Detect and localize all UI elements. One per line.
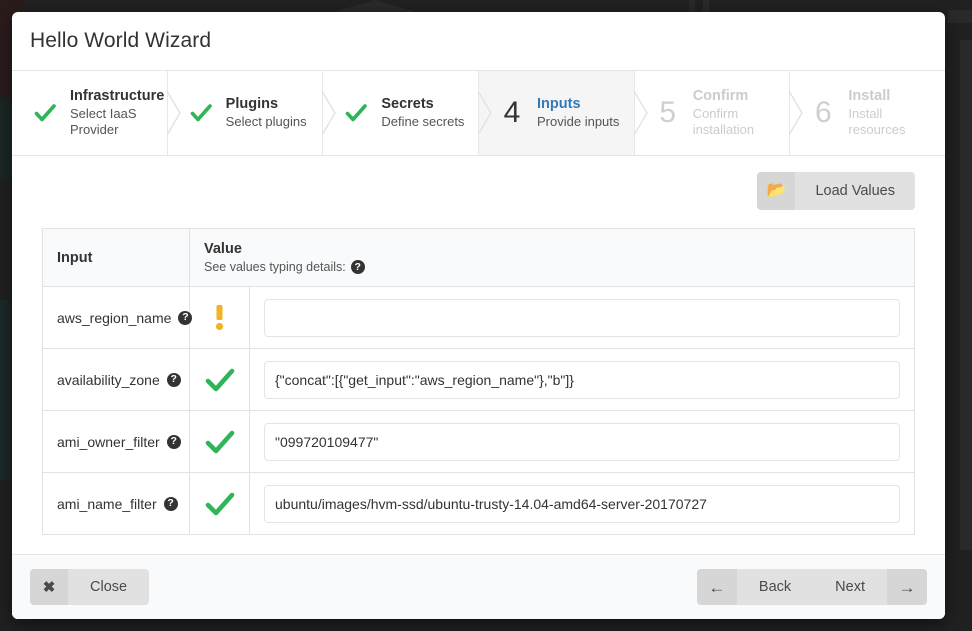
wizard-step-install[interactable]: 6 Install Install resources xyxy=(790,71,945,155)
input-name: aws_region_name xyxy=(57,309,172,326)
help-circle-icon[interactable]: ? xyxy=(350,260,365,274)
value-typing-hint: See values typing details: xyxy=(204,260,346,274)
wizard-step-infrastructure[interactable]: Infrastructure Select IaaS Provider xyxy=(12,71,181,155)
wizard-step-plugins[interactable]: Plugins Select plugins xyxy=(167,71,337,155)
input-value-cell xyxy=(249,472,915,535)
table-row: availability_zone ? xyxy=(42,348,915,411)
table-row: ami_owner_filter ? xyxy=(42,410,915,473)
table-row: aws_region_name ? xyxy=(42,286,915,349)
input-name-cell: ami_owner_filter ? xyxy=(42,410,190,473)
status-valid-check-icon xyxy=(190,473,249,534)
modal-footer: ✖ Close ← Back Next → xyxy=(12,554,945,619)
wizard-step-confirm[interactable]: 5 Confirm Confirm installation xyxy=(634,71,804,155)
column-header-value: Value See values typing details: ? xyxy=(189,228,915,287)
step-description: Define secrets xyxy=(381,113,465,129)
input-name-cell: aws_region_name ? xyxy=(42,286,193,349)
input-value-field[interactable] xyxy=(264,360,900,399)
toolbar: 📂 Load Values xyxy=(42,172,915,210)
step-status-check-icon xyxy=(184,101,218,125)
step-status-check-icon xyxy=(28,101,62,125)
wizard-step-inputs[interactable]: 4 Inputs Provide inputs xyxy=(479,71,648,155)
wizard-nav-buttons: ← Back Next → xyxy=(696,569,927,605)
input-value-field[interactable] xyxy=(264,422,900,461)
modal-header: Hello World Wizard xyxy=(12,12,945,71)
step-description: Confirm installation xyxy=(692,105,755,137)
status-warning-icon xyxy=(190,287,249,348)
status-valid-check-icon xyxy=(190,349,249,410)
input-value-field[interactable] xyxy=(264,484,900,523)
modal-body: 📂 Load Values Input Value See values typ… xyxy=(12,156,945,554)
step-description: Install resources xyxy=(848,105,906,137)
close-x-icon[interactable]: ✖ xyxy=(30,569,68,605)
wizard-modal: Hello World Wizard Infrastructure Select… xyxy=(12,12,945,619)
back-button[interactable]: Back xyxy=(736,569,814,605)
wizard-step-secrets[interactable]: Secrets Define secrets xyxy=(323,71,492,155)
step-number: 5 xyxy=(659,96,677,129)
step-title: Install xyxy=(848,88,891,105)
folder-open-icon[interactable]: 📂 xyxy=(757,172,796,210)
step-title: Inputs xyxy=(537,96,581,113)
step-title: Secrets xyxy=(381,96,434,113)
input-value-cell xyxy=(249,286,915,349)
step-description: Select plugins xyxy=(225,113,307,129)
arrow-left-icon[interactable]: ← xyxy=(696,569,737,605)
inputs-table: Input Value See values typing details: ? xyxy=(42,228,915,535)
help-circle-icon[interactable]: ? xyxy=(163,496,178,511)
page-title: Hello World Wizard xyxy=(30,29,212,52)
column-header-input: Input xyxy=(42,228,190,287)
input-status-cell xyxy=(189,410,250,473)
help-circle-icon[interactable]: ? xyxy=(178,310,193,325)
input-value-cell xyxy=(249,410,915,473)
step-status-check-icon xyxy=(339,101,373,125)
step-title: Confirm xyxy=(692,88,749,105)
step-description: Select IaaS Provider xyxy=(70,105,137,137)
status-valid-check-icon xyxy=(190,411,249,472)
input-value-field[interactable] xyxy=(264,298,900,337)
wizard-step-bar: Infrastructure Select IaaS Provider Plug… xyxy=(12,71,945,156)
table-header-row: Input Value See values typing details: ? xyxy=(42,228,915,287)
help-circle-icon[interactable]: ? xyxy=(166,372,181,387)
input-value-cell xyxy=(249,348,915,411)
step-description: Provide inputs xyxy=(537,113,620,129)
step-number: 6 xyxy=(815,96,832,129)
close-label[interactable]: Close xyxy=(68,569,150,605)
table-row: ami_name_filter ? xyxy=(42,472,915,535)
next-button[interactable]: Next xyxy=(813,569,887,605)
arrow-right-icon[interactable]: → xyxy=(887,569,927,605)
input-status-cell xyxy=(189,472,250,535)
step-number: 4 xyxy=(503,96,521,129)
input-name-cell: availability_zone ? xyxy=(42,348,190,411)
help-circle-icon[interactable]: ? xyxy=(166,434,181,449)
input-name: availability_zone xyxy=(57,371,160,388)
input-name: ami_owner_filter xyxy=(57,433,160,450)
load-values-button[interactable]: 📂 Load Values xyxy=(757,172,915,210)
step-title: Infrastructure xyxy=(70,88,165,105)
input-name-cell: ami_name_filter ? xyxy=(42,472,190,535)
step-title: Plugins xyxy=(225,96,279,113)
input-status-cell xyxy=(189,286,250,349)
input-status-cell xyxy=(189,348,250,411)
close-button[interactable]: ✖ Close xyxy=(30,569,150,605)
input-name: ami_name_filter xyxy=(57,495,157,512)
load-values-label[interactable]: Load Values xyxy=(795,172,915,210)
